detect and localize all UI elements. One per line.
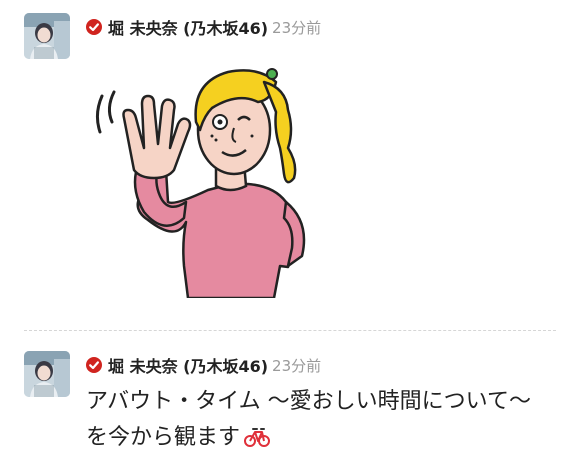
post-timestamp: 23分前: [272, 18, 322, 37]
post-message: アバウト・タイム 〜愛おしい時間について〜 を今から観ます: [86, 384, 556, 460]
post-text: アバウト・タイム 〜愛おしい時間について〜 を今から観ます: [86, 389, 532, 450]
timeline: 堀 未央奈 (乃木坂46) 23分前 堀 未央奈 (乃木坂46) 23分前 アバ…: [0, 0, 580, 472]
author-name[interactable]: 堀 未央奈 (乃木坂46): [108, 353, 268, 377]
verified-badge-icon: [86, 357, 102, 373]
post-timestamp: 23分前: [272, 356, 322, 375]
timeline-post: 堀 未央奈 (乃木坂46) 23分前 アバウト・タイム 〜愛おしい時間について〜…: [0, 338, 580, 472]
bicycle-icon: [244, 424, 271, 460]
post-header: 堀 未央奈 (乃木坂46) 23分前: [86, 15, 321, 39]
author-name[interactable]: 堀 未央奈 (乃木坂46): [108, 15, 268, 39]
verified-badge-icon: [86, 19, 102, 35]
waving-woman-sticker[interactable]: [88, 52, 348, 300]
timeline-post: 堀 未央奈 (乃木坂46) 23分前: [0, 0, 580, 320]
avatar-photo: [24, 13, 70, 59]
avatar[interactable]: [24, 13, 70, 59]
avatar-photo: [24, 351, 70, 397]
post-header: 堀 未央奈 (乃木坂46) 23分前: [86, 353, 321, 377]
avatar[interactable]: [24, 351, 70, 397]
post-divider: [24, 330, 556, 331]
